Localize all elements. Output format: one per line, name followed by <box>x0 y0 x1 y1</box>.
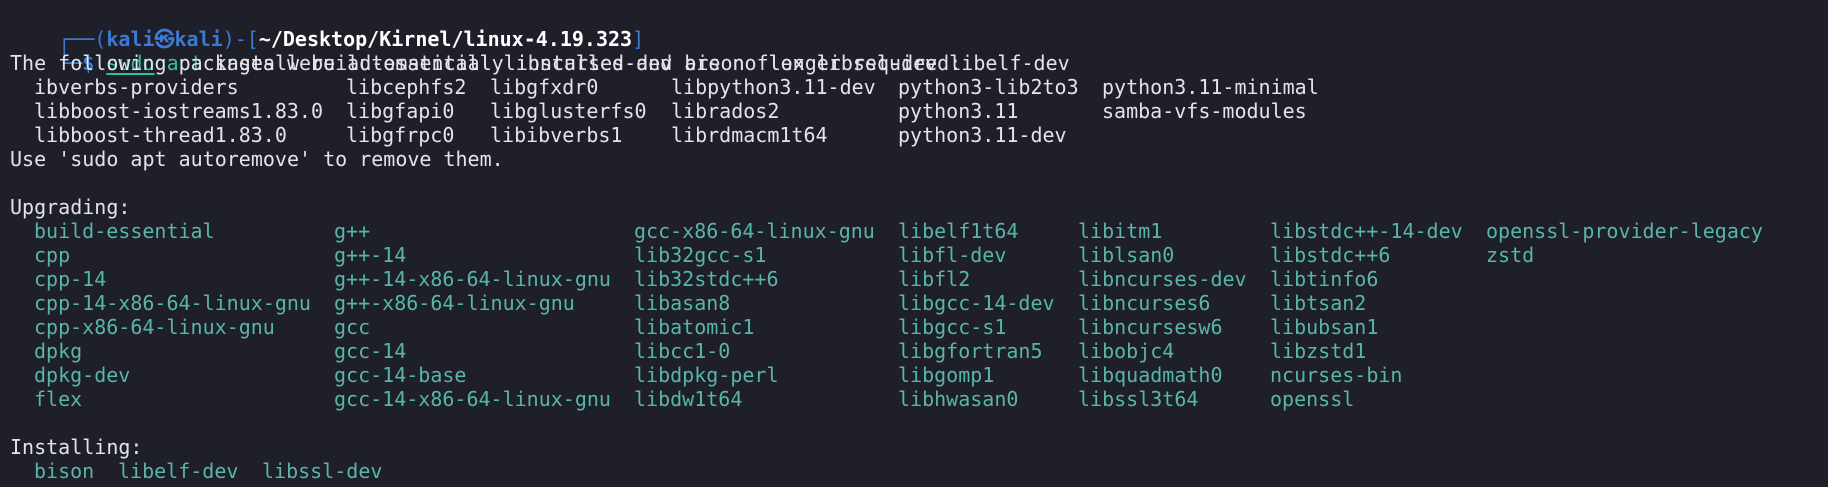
upgrading-package: libgomp1 <box>898 363 995 387</box>
upgrading-package: libgcc-14-dev <box>898 291 1055 315</box>
upgrading-package: gcc-14 <box>334 339 407 363</box>
auto-installed-package: ibverbs-providers <box>34 75 239 99</box>
upgrading-package: libncurses-dev <box>1078 267 1247 291</box>
upgrading-package: libubsan1 <box>1270 315 1379 339</box>
upgrading-package: cpp-14-x86-64-linux-gnu <box>34 291 311 315</box>
upgrading-package: gcc-14-base <box>334 363 467 387</box>
upgrading-package: build-essential <box>34 219 215 243</box>
upgrading-package: libncursesw6 <box>1078 315 1223 339</box>
upgrading-package: libobjc4 <box>1078 339 1175 363</box>
upgrading-package: libgfortran5 <box>898 339 1043 363</box>
upgrading-package: libfl2 <box>898 267 971 291</box>
auto-installed-package: libglusterfs0 <box>490 99 647 123</box>
upgrading-package: libzstd1 <box>1270 339 1367 363</box>
upgrading-package: libhwasan0 <box>898 387 1019 411</box>
upgrading-package: ncurses-bin <box>1270 363 1403 387</box>
upgrading-package: libdw1t64 <box>634 387 743 411</box>
upgrading-package: g++-x86-64-linux-gnu <box>334 291 575 315</box>
auto-installed-package: librados2 <box>671 99 780 123</box>
upgrading-package: dpkg <box>34 339 83 363</box>
auto-installed-package: librdmacm1t64 <box>671 123 828 147</box>
upgrading-package: g++-14-x86-64-linux-gnu <box>334 267 611 291</box>
upgrading-package: libtsan2 <box>1270 291 1367 315</box>
upgrading-package: libasan8 <box>634 291 731 315</box>
auto-installed-package: libgfxdr0 <box>490 75 599 99</box>
auto-installed-package: libgfrpc0 <box>346 123 455 147</box>
auto-installed-package: samba-vfs-modules <box>1102 99 1307 123</box>
upgrading-package: zstd <box>1486 243 1535 267</box>
upgrading-package: libssl3t64 <box>1078 387 1199 411</box>
upgrading-package: libatomic1 <box>634 315 755 339</box>
upgrading-package: gcc-x86-64-linux-gnu <box>634 219 875 243</box>
installing-package: libelf-dev <box>118 459 239 483</box>
upgrading-package: openssl-provider-legacy <box>1486 219 1763 243</box>
command-line: └─$ sudo apt install build-essential lib… <box>10 27 1069 75</box>
upgrading-package: gcc-14-x86-64-linux-gnu <box>334 387 611 411</box>
auto-installed-package: python3.11-minimal <box>1102 75 1319 99</box>
upgrading-package: libcc1-0 <box>634 339 731 363</box>
upgrading-package: flex <box>34 387 83 411</box>
auto-installed-package: python3-lib2to3 <box>898 75 1079 99</box>
upgrading-package: libfl-dev <box>898 243 1007 267</box>
installing-header: Installing: <box>10 435 143 459</box>
upgrading-package: libdpkg-perl <box>634 363 779 387</box>
upgrading-package: cpp-x86-64-linux-gnu <box>34 315 275 339</box>
prompt-header-line: ┌──(kali㉿kali)-[~/Desktop/Kirnel/linux-4… <box>10 3 644 51</box>
upgrading-package: liblsan0 <box>1078 243 1175 267</box>
auto-installed-package: libcephfs2 <box>346 75 467 99</box>
upgrading-package: libtinfo6 <box>1270 267 1379 291</box>
auto-installed-package: libboost-thread1.83.0 <box>34 123 287 147</box>
auto-installed-package: libboost-iostreams1.83.0 <box>34 99 323 123</box>
autoremove-hint: Use 'sudo apt autoremove' to remove them… <box>10 147 504 171</box>
upgrading-header: Upgrading: <box>10 195 131 219</box>
upgrading-package: openssl <box>1270 387 1355 411</box>
upgrading-package: dpkg-dev <box>34 363 131 387</box>
installing-package: libssl-dev <box>262 459 383 483</box>
upgrading-package: libstdc++6 <box>1270 243 1391 267</box>
upgrading-package: libncurses6 <box>1078 291 1211 315</box>
auto-installed-package: python3.11-dev <box>898 123 1067 147</box>
upgrading-package: cpp <box>34 243 71 267</box>
upgrading-package: libelf1t64 <box>898 219 1019 243</box>
auto-installed-package: libpython3.11-dev <box>671 75 876 99</box>
upgrading-package: g++ <box>334 219 371 243</box>
upgrading-package: gcc <box>334 315 371 339</box>
upgrading-package: lib32stdc++6 <box>634 267 779 291</box>
upgrading-package: libgcc-s1 <box>898 315 1007 339</box>
upgrading-package: lib32gcc-s1 <box>634 243 767 267</box>
upgrading-package: libitm1 <box>1078 219 1163 243</box>
terminal-window[interactable]: ┌──(kali㉿kali)-[~/Desktop/Kirnel/linux-4… <box>0 0 1828 487</box>
upgrading-package: libstdc++-14-dev <box>1270 219 1463 243</box>
auto-installed-header: The following packages were automaticall… <box>10 51 962 75</box>
auto-installed-package: libgfapi0 <box>346 99 455 123</box>
upgrading-package: g++-14 <box>334 243 407 267</box>
upgrading-package: cpp-14 <box>34 267 107 291</box>
installing-package: bison <box>34 459 95 483</box>
upgrading-package: libquadmath0 <box>1078 363 1223 387</box>
auto-installed-package: python3.11 <box>898 99 1019 123</box>
auto-installed-package: libibverbs1 <box>490 123 623 147</box>
